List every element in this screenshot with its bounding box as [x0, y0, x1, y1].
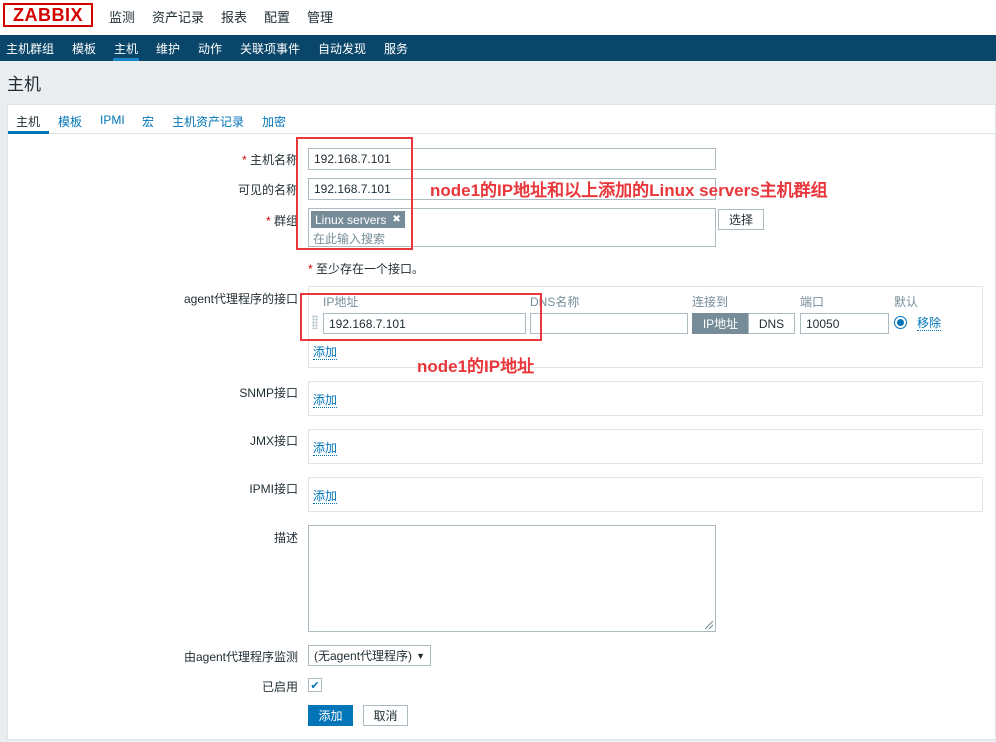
sub-menu-discovery[interactable]: 自动发现 — [318, 40, 366, 57]
agent-dns-input[interactable] — [530, 313, 688, 334]
required-mark: * — [265, 214, 271, 228]
tab-encryption[interactable]: 加密 — [262, 113, 286, 130]
top-menu-reports[interactable]: 报表 — [221, 7, 247, 26]
col-connect-header: 连接到 — [692, 295, 729, 309]
col-default-header: 默认 — [894, 295, 919, 309]
sub-menu-correlation[interactable]: 关联项事件 — [240, 40, 300, 57]
add-snmp-interface-link[interactable]: 添加 — [313, 393, 338, 408]
snmp-interface-box — [308, 381, 983, 416]
connect-ip-button[interactable]: IP地址 — [692, 313, 749, 334]
tab-inventory[interactable]: 主机资产记录 — [172, 113, 244, 130]
host-name-label: * 主机名称 — [241, 153, 298, 167]
agent-interface-label: agent代理程序的接口 — [183, 292, 298, 306]
tab-divider — [8, 133, 996, 134]
top-bar — [0, 0, 996, 35]
top-menu-configuration[interactable]: 配置 — [264, 7, 290, 26]
caret-down-icon: ▼ — [416, 650, 425, 661]
tab-ipmi[interactable]: IPMI — [100, 113, 125, 127]
sub-menu-actions[interactable]: 动作 — [198, 40, 222, 57]
add-agent-interface-link[interactable]: 添加 — [313, 345, 338, 360]
active-tab-indicator — [8, 131, 49, 134]
groups-label: * 群组 — [265, 214, 298, 228]
proxy-label: 由agent代理程序监测 — [183, 650, 298, 664]
radio-dot-icon — [897, 319, 904, 326]
description-label: 描述 — [273, 531, 298, 545]
sub-menu-hosts[interactable]: 主机 — [114, 40, 138, 57]
required-mark: * — [241, 153, 247, 167]
add-jmx-interface-link[interactable]: 添加 — [313, 441, 338, 456]
top-menu-monitoring[interactable]: 监测 — [109, 7, 135, 26]
ipmi-interface-box — [308, 477, 983, 512]
top-menu-inventory[interactable]: 资产记录 — [152, 7, 204, 26]
ipmi-label: IPMI接口 — [249, 482, 298, 496]
checkmark-icon: ✔ — [310, 679, 320, 692]
proxy-select[interactable]: (无agent代理程序) ▼ — [308, 645, 431, 666]
jmx-interface-box — [308, 429, 983, 464]
agent-port-input[interactable]: 10050 — [800, 313, 889, 334]
annotation-text-top: node1的IP地址和以上添加的Linux servers主机群组 — [430, 181, 828, 200]
sub-menu-maintenance[interactable]: 维护 — [156, 40, 180, 57]
sub-menu-host-groups[interactable]: 主机群组 — [6, 40, 54, 57]
add-ipmi-interface-link[interactable]: 添加 — [313, 489, 338, 504]
sub-menu-services[interactable]: 服务 — [384, 40, 408, 57]
add-button[interactable]: 添加 — [308, 705, 353, 726]
sub-menu-templates[interactable]: 模板 — [72, 40, 96, 57]
sub-navigation — [0, 35, 996, 61]
connect-dns-button[interactable]: DNS — [748, 313, 795, 334]
jmx-label: JMX接口 — [249, 434, 298, 448]
remove-interface-link[interactable]: 移除 — [917, 316, 942, 331]
tab-host[interactable]: 主机 — [16, 113, 40, 130]
cancel-button[interactable]: 取消 — [363, 705, 408, 726]
annotation-box-bottom — [300, 293, 542, 341]
page-title: 主机 — [7, 75, 41, 94]
annotation-box-top — [296, 137, 413, 250]
annotation-text-bottom: node1的IP地址 — [417, 357, 535, 376]
default-radio[interactable] — [894, 316, 907, 329]
tab-macros[interactable]: 宏 — [142, 113, 154, 130]
top-menu-administration[interactable]: 管理 — [307, 7, 333, 26]
resize-handle-icon[interactable] — [705, 621, 713, 629]
col-port-header: 端口 — [800, 295, 825, 309]
enabled-label: 已启用 — [261, 680, 298, 694]
enabled-checkbox[interactable]: ✔ — [308, 678, 322, 692]
zabbix-logo[interactable]: ZABBIX — [3, 3, 93, 27]
select-group-button[interactable]: 选择 — [718, 209, 764, 230]
visible-name-label: 可见的名称 — [237, 183, 298, 197]
description-textarea[interactable] — [308, 525, 716, 632]
interface-note: * 至少存在一个接口。 — [308, 262, 425, 276]
snmp-label: SNMP接口 — [239, 386, 298, 400]
tab-templates[interactable]: 模板 — [58, 113, 82, 130]
